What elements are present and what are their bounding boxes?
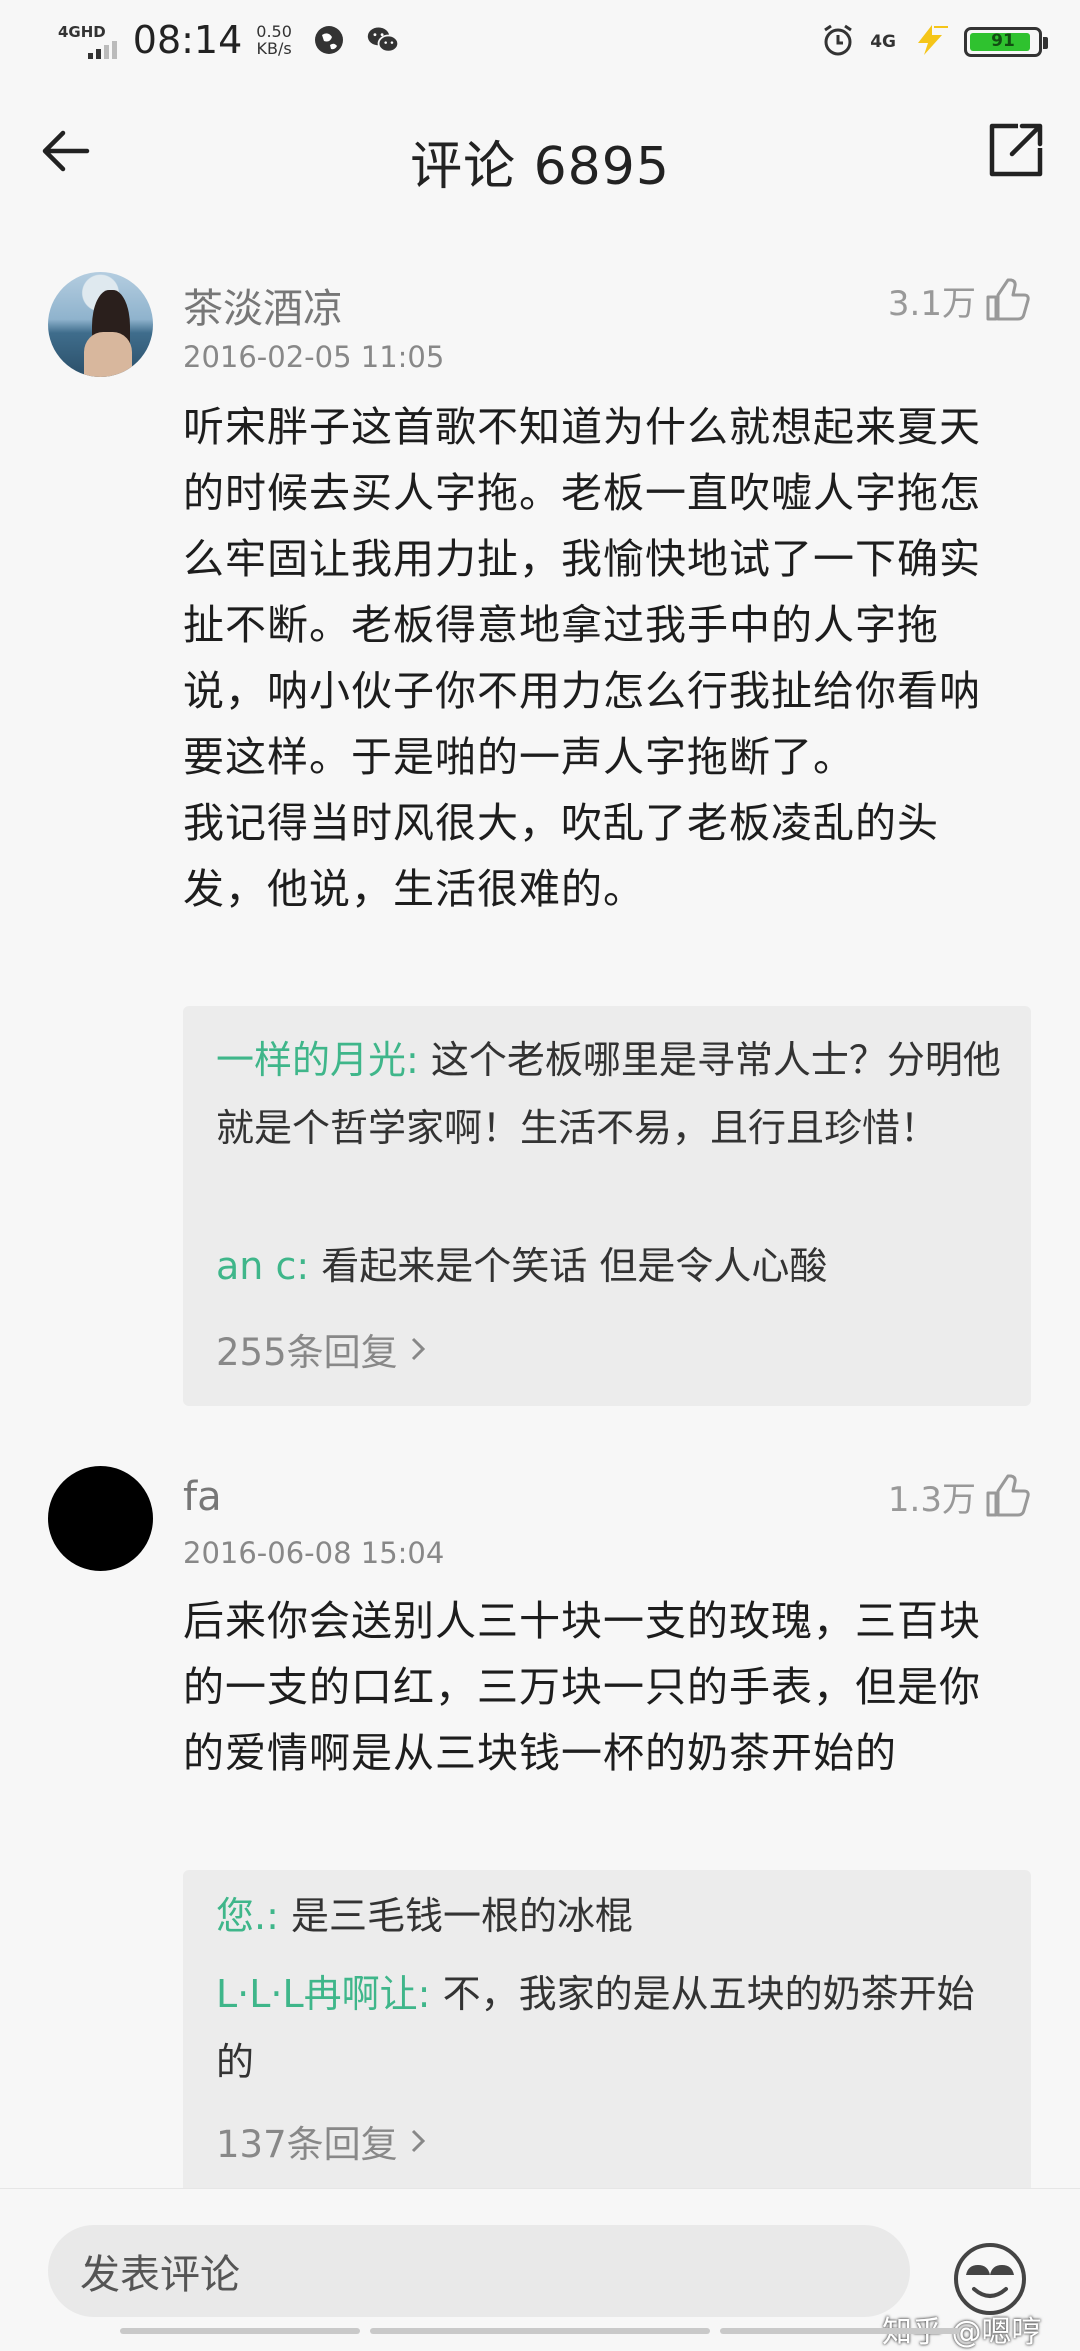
reply-box[interactable]: 一样的月光: 这个老板哪里是寻常人士？分明他就是个哲学家啊！生活不易，且行且珍惜… <box>183 1006 1031 1406</box>
more-replies-label: 255条回复 <box>216 1331 398 1374</box>
reply-username[interactable]: an c: <box>216 1244 309 1288</box>
share-external-icon <box>989 123 1043 177</box>
comment-input-placeholder: 发表评论 <box>80 2252 240 2298</box>
globe-icon <box>312 23 346 57</box>
reply-item[interactable]: 一样的月光: 这个老板哪里是寻常人士？分明他就是个哲学家啊！生活不易，且行且珍惜… <box>216 1026 1006 1162</box>
signal-strength-icon <box>87 39 117 59</box>
comment-username[interactable]: fa <box>183 1474 222 1520</box>
emoji-button[interactable] <box>952 2241 1028 2317</box>
reply-item[interactable]: L·L·L冉啊让: 不，我家的是从五块的奶茶开始的 <box>216 1960 1006 2096</box>
comment-body: 后来你会送别人三十块一支的玫瑰，三百块的一支的口红，三万块一只的手表，但是你的爱… <box>183 1597 981 1777</box>
like-button[interactable]: 3.1万 <box>888 276 1032 325</box>
network-type-label: 4GHD <box>58 22 106 41</box>
reply-item[interactable]: 您.: 是三毛钱一根的冰棍 <box>216 1882 1006 1950</box>
nav-indicator-left <box>120 2328 360 2334</box>
nav-indicator-center <box>370 2328 710 2334</box>
page-title: 评论 6895 <box>410 137 670 197</box>
network-speed: 0.50 KB/s <box>256 23 292 57</box>
battery-icon: 91 <box>964 27 1048 57</box>
like-button[interactable]: 1.3万 <box>888 1472 1032 1521</box>
like-count: 3.1万 <box>887 284 976 324</box>
chevron-right-icon <box>411 2129 425 2153</box>
reply-box[interactable]: 您.: 是三毛钱一根的冰棍 L·L·L冉啊让: 不，我家的是从五块的奶茶开始的 … <box>183 1870 1031 2200</box>
avatar[interactable] <box>48 272 153 377</box>
reply-username[interactable]: 一样的月光: <box>216 1038 419 1082</box>
header-bar: 评论 6895 <box>0 86 1080 216</box>
alarm-icon <box>820 22 856 62</box>
thumbs-up-icon <box>986 278 1030 320</box>
status-left: 4GHD 08:14 0.50 KB/s <box>58 18 400 62</box>
comment-body: 听宋胖子这首歌不知道为什么就想起来夏天的时候去买人字拖。老板一直吹嘘人字拖怎么牢… <box>183 403 981 913</box>
comment-timestamp: 2016-06-08 15:04 <box>183 1536 445 1570</box>
chevron-right-icon <box>411 1337 425 1361</box>
emoji-face-icon <box>954 2243 1026 2315</box>
like-count: 1.3万 <box>887 1480 976 1520</box>
battery-percent: 91 <box>991 31 1015 51</box>
comment-input[interactable]: 发表评论 <box>48 2225 910 2317</box>
reply-text: 看起来是个笑话 但是令人心酸 <box>309 1244 828 1288</box>
comment-timestamp: 2016-02-05 11:05 <box>183 340 445 374</box>
charging-flash-icon <box>910 23 950 61</box>
bottom-bar: 发表评论 知乎 @嗯哼 <box>0 2188 1080 2350</box>
reply-text: 是三毛钱一根的冰棍 <box>278 1894 633 1938</box>
reply-item[interactable]: an c: 看起来是个笑话 但是令人心酸 <box>216 1232 1006 1300</box>
status-right: 4G 91 <box>820 22 1048 62</box>
more-replies-link[interactable]: 255条回复 <box>216 1322 428 1376</box>
status-time: 08:14 <box>132 18 243 62</box>
network-speed-unit: KB/s <box>256 39 292 58</box>
network-type-right: 4G <box>870 31 896 52</box>
more-replies-label: 137条回复 <box>216 2123 398 2166</box>
more-replies-link[interactable]: 137条回复 <box>216 2114 428 2168</box>
share-button[interactable] <box>980 116 1050 186</box>
reply-username[interactable]: 您.: <box>216 1894 279 1938</box>
nav-indicator-right <box>720 2328 960 2334</box>
status-bar: 4GHD 08:14 0.50 KB/s 4G 91 <box>0 0 1080 86</box>
reply-username[interactable]: L·L·L冉啊让: <box>216 1972 430 2016</box>
wechat-icon <box>366 23 400 57</box>
battery-cap <box>1043 37 1048 49</box>
avatar[interactable] <box>48 1466 153 1571</box>
thumbs-up-icon <box>986 1474 1030 1516</box>
comment-username[interactable]: 茶淡酒凉 <box>183 276 343 334</box>
